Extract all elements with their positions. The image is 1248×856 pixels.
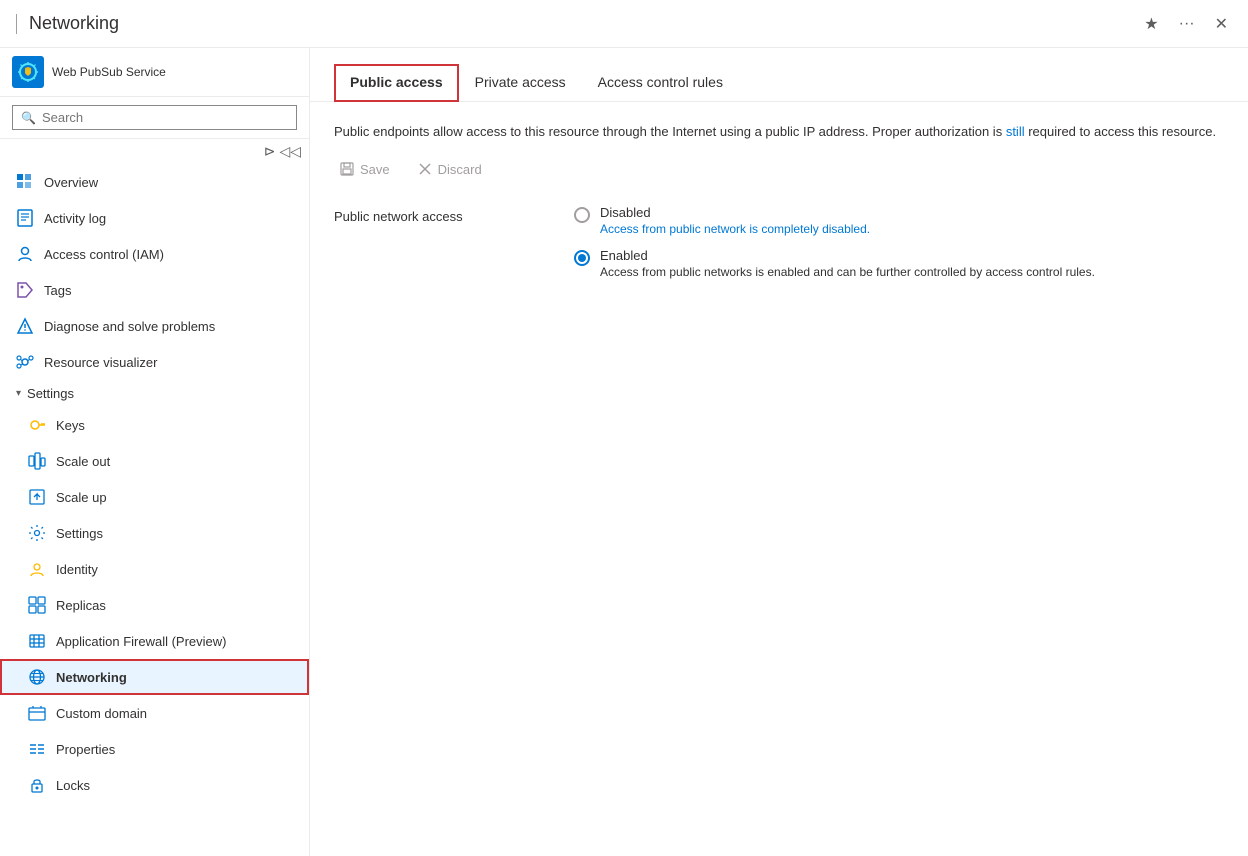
sidebar-item-identity[interactable]: Identity <box>0 551 309 587</box>
sidebar-item-label-diagnose: Diagnose and solve problems <box>44 319 215 334</box>
sidebar-item-label-tags: Tags <box>44 283 71 298</box>
sidebar-item-label-custom-domain: Custom domain <box>56 706 147 721</box>
app-firewall-icon <box>28 632 46 650</box>
sidebar-item-replicas[interactable]: Replicas <box>0 587 309 623</box>
access-control-icon <box>16 245 34 263</box>
sidebar-item-tags[interactable]: Tags <box>0 272 309 308</box>
sidebar-item-settings[interactable]: Settings <box>0 515 309 551</box>
sidebar-item-label-settings: Settings <box>56 526 103 541</box>
tab-public-access[interactable]: Public access <box>334 64 459 102</box>
collapse-button[interactable]: ◁◁ <box>279 143 301 160</box>
scale-out-icon <box>28 452 46 470</box>
search-box: 🔍 <box>12 105 297 130</box>
content-area: Public access Private access Access cont… <box>310 48 1248 856</box>
sidebar-item-label-activity-log: Activity log <box>44 211 106 226</box>
activity-log-icon <box>16 209 34 227</box>
sidebar-search: 🔍 <box>0 97 309 139</box>
service-icon <box>12 56 44 88</box>
sidebar-item-label-locks: Locks <box>56 778 90 793</box>
save-button[interactable]: Save <box>334 158 396 181</box>
sidebar-item-label-identity: Identity <box>56 562 98 577</box>
properties-icon <box>28 740 46 758</box>
sidebar-item-label-app-firewall: Application Firewall (Preview) <box>56 634 227 649</box>
search-input[interactable] <box>42 110 288 125</box>
search-icon: 🔍 <box>21 111 36 125</box>
more-button[interactable]: ··· <box>1175 11 1199 37</box>
close-button[interactable]: ✕ <box>1211 10 1232 38</box>
sidebar-item-label-overview: Overview <box>44 175 98 190</box>
discard-button[interactable]: Discard <box>412 158 488 181</box>
sidebar-controls: ⊳ ◁◁ <box>0 139 309 164</box>
settings-icon <box>28 524 46 542</box>
toolbar: Save Discard <box>334 158 1224 181</box>
sidebar-item-diagnose[interactable]: Diagnose and solve problems <box>0 308 309 344</box>
radio-enabled-title: Enabled <box>600 248 1095 263</box>
title-bar: Networking ★ ··· ✕ <box>0 0 1248 48</box>
radio-option-enabled: Enabled Access from public networks is e… <box>574 248 1095 279</box>
save-icon <box>340 162 354 176</box>
discard-icon <box>418 162 432 176</box>
resource-visualizer-icon <box>16 353 34 371</box>
network-section: Public network access Disabled Access fr… <box>334 205 1224 279</box>
tags-icon <box>16 281 34 299</box>
radio-group: Disabled Access from public network is c… <box>574 205 1095 279</box>
sidebar-item-label-keys: Keys <box>56 418 85 433</box>
sidebar-item-activity-log[interactable]: Activity log <box>0 200 309 236</box>
sidebar-item-scale-out[interactable]: Scale out <box>0 443 309 479</box>
sidebar-item-label-resource-visualizer: Resource visualizer <box>44 355 157 370</box>
page-title: Networking <box>29 13 1140 34</box>
sidebar-item-label-properties: Properties <box>56 742 115 757</box>
sidebar-item-resource-visualizer[interactable]: Resource visualizer <box>0 344 309 380</box>
description-link[interactable]: still <box>1006 124 1025 139</box>
tabs-bar: Public access Private access Access cont… <box>310 64 1248 102</box>
sidebar-item-properties[interactable]: Properties <box>0 731 309 767</box>
description-text: Public endpoints allow access to this re… <box>334 122 1224 142</box>
radio-disabled-desc: Access from public network is completely… <box>600 222 870 236</box>
sidebar-item-label-networking: Networking <box>56 670 127 685</box>
keys-icon <box>28 416 46 434</box>
diagnose-icon <box>16 317 34 335</box>
radio-option-disabled: Disabled Access from public network is c… <box>574 205 1095 236</box>
tab-access-control-rules[interactable]: Access control rules <box>582 64 739 102</box>
title-divider <box>16 14 17 34</box>
scale-up-icon <box>28 488 46 506</box>
settings-chevron: ▾ <box>16 388 21 399</box>
tab-private-access[interactable]: Private access <box>459 64 582 102</box>
identity-icon <box>28 560 46 578</box>
sidebar-item-networking[interactable]: Networking <box>0 659 309 695</box>
sidebar-item-custom-domain[interactable]: Custom domain <box>0 695 309 731</box>
main-layout: Web PubSub Service 🔍 ⊳ ◁◁ Overview Acti <box>0 48 1248 856</box>
content-body: Public endpoints allow access to this re… <box>310 102 1248 299</box>
radio-enabled-desc: Access from public networks is enabled a… <box>600 265 1095 279</box>
sidebar-item-overview[interactable]: Overview <box>0 164 309 200</box>
sidebar-item-label-access-control: Access control (IAM) <box>44 247 164 262</box>
sidebar-item-label-scale-out: Scale out <box>56 454 110 469</box>
sidebar: Web PubSub Service 🔍 ⊳ ◁◁ Overview Acti <box>0 48 310 856</box>
sidebar-item-scale-up[interactable]: Scale up <box>0 479 309 515</box>
settings-section-label: Settings <box>27 386 74 401</box>
service-name: Web PubSub Service <box>52 65 166 79</box>
sidebar-item-label-scale-up: Scale up <box>56 490 107 505</box>
network-access-label: Public network access <box>334 205 534 279</box>
locks-icon <box>28 776 46 794</box>
title-actions: ★ ··· ✕ <box>1140 10 1232 38</box>
sidebar-item-locks[interactable]: Locks <box>0 767 309 803</box>
radio-disabled[interactable] <box>574 207 590 223</box>
sidebar-item-label-replicas: Replicas <box>56 598 106 613</box>
networking-icon <box>28 668 46 686</box>
settings-section-header[interactable]: ▾ Settings <box>0 380 309 407</box>
sidebar-header: Web PubSub Service <box>0 48 309 97</box>
sidebar-item-app-firewall[interactable]: Application Firewall (Preview) <box>0 623 309 659</box>
custom-domain-icon <box>28 704 46 722</box>
favorite-button[interactable]: ★ <box>1140 10 1162 38</box>
sidebar-item-access-control[interactable]: Access control (IAM) <box>0 236 309 272</box>
radio-enabled[interactable] <box>574 250 590 266</box>
radio-disabled-title: Disabled <box>600 205 870 220</box>
pin-button[interactable]: ⊳ <box>264 143 276 160</box>
replicas-icon <box>28 596 46 614</box>
sidebar-item-keys[interactable]: Keys <box>0 407 309 443</box>
overview-icon <box>16 173 34 191</box>
